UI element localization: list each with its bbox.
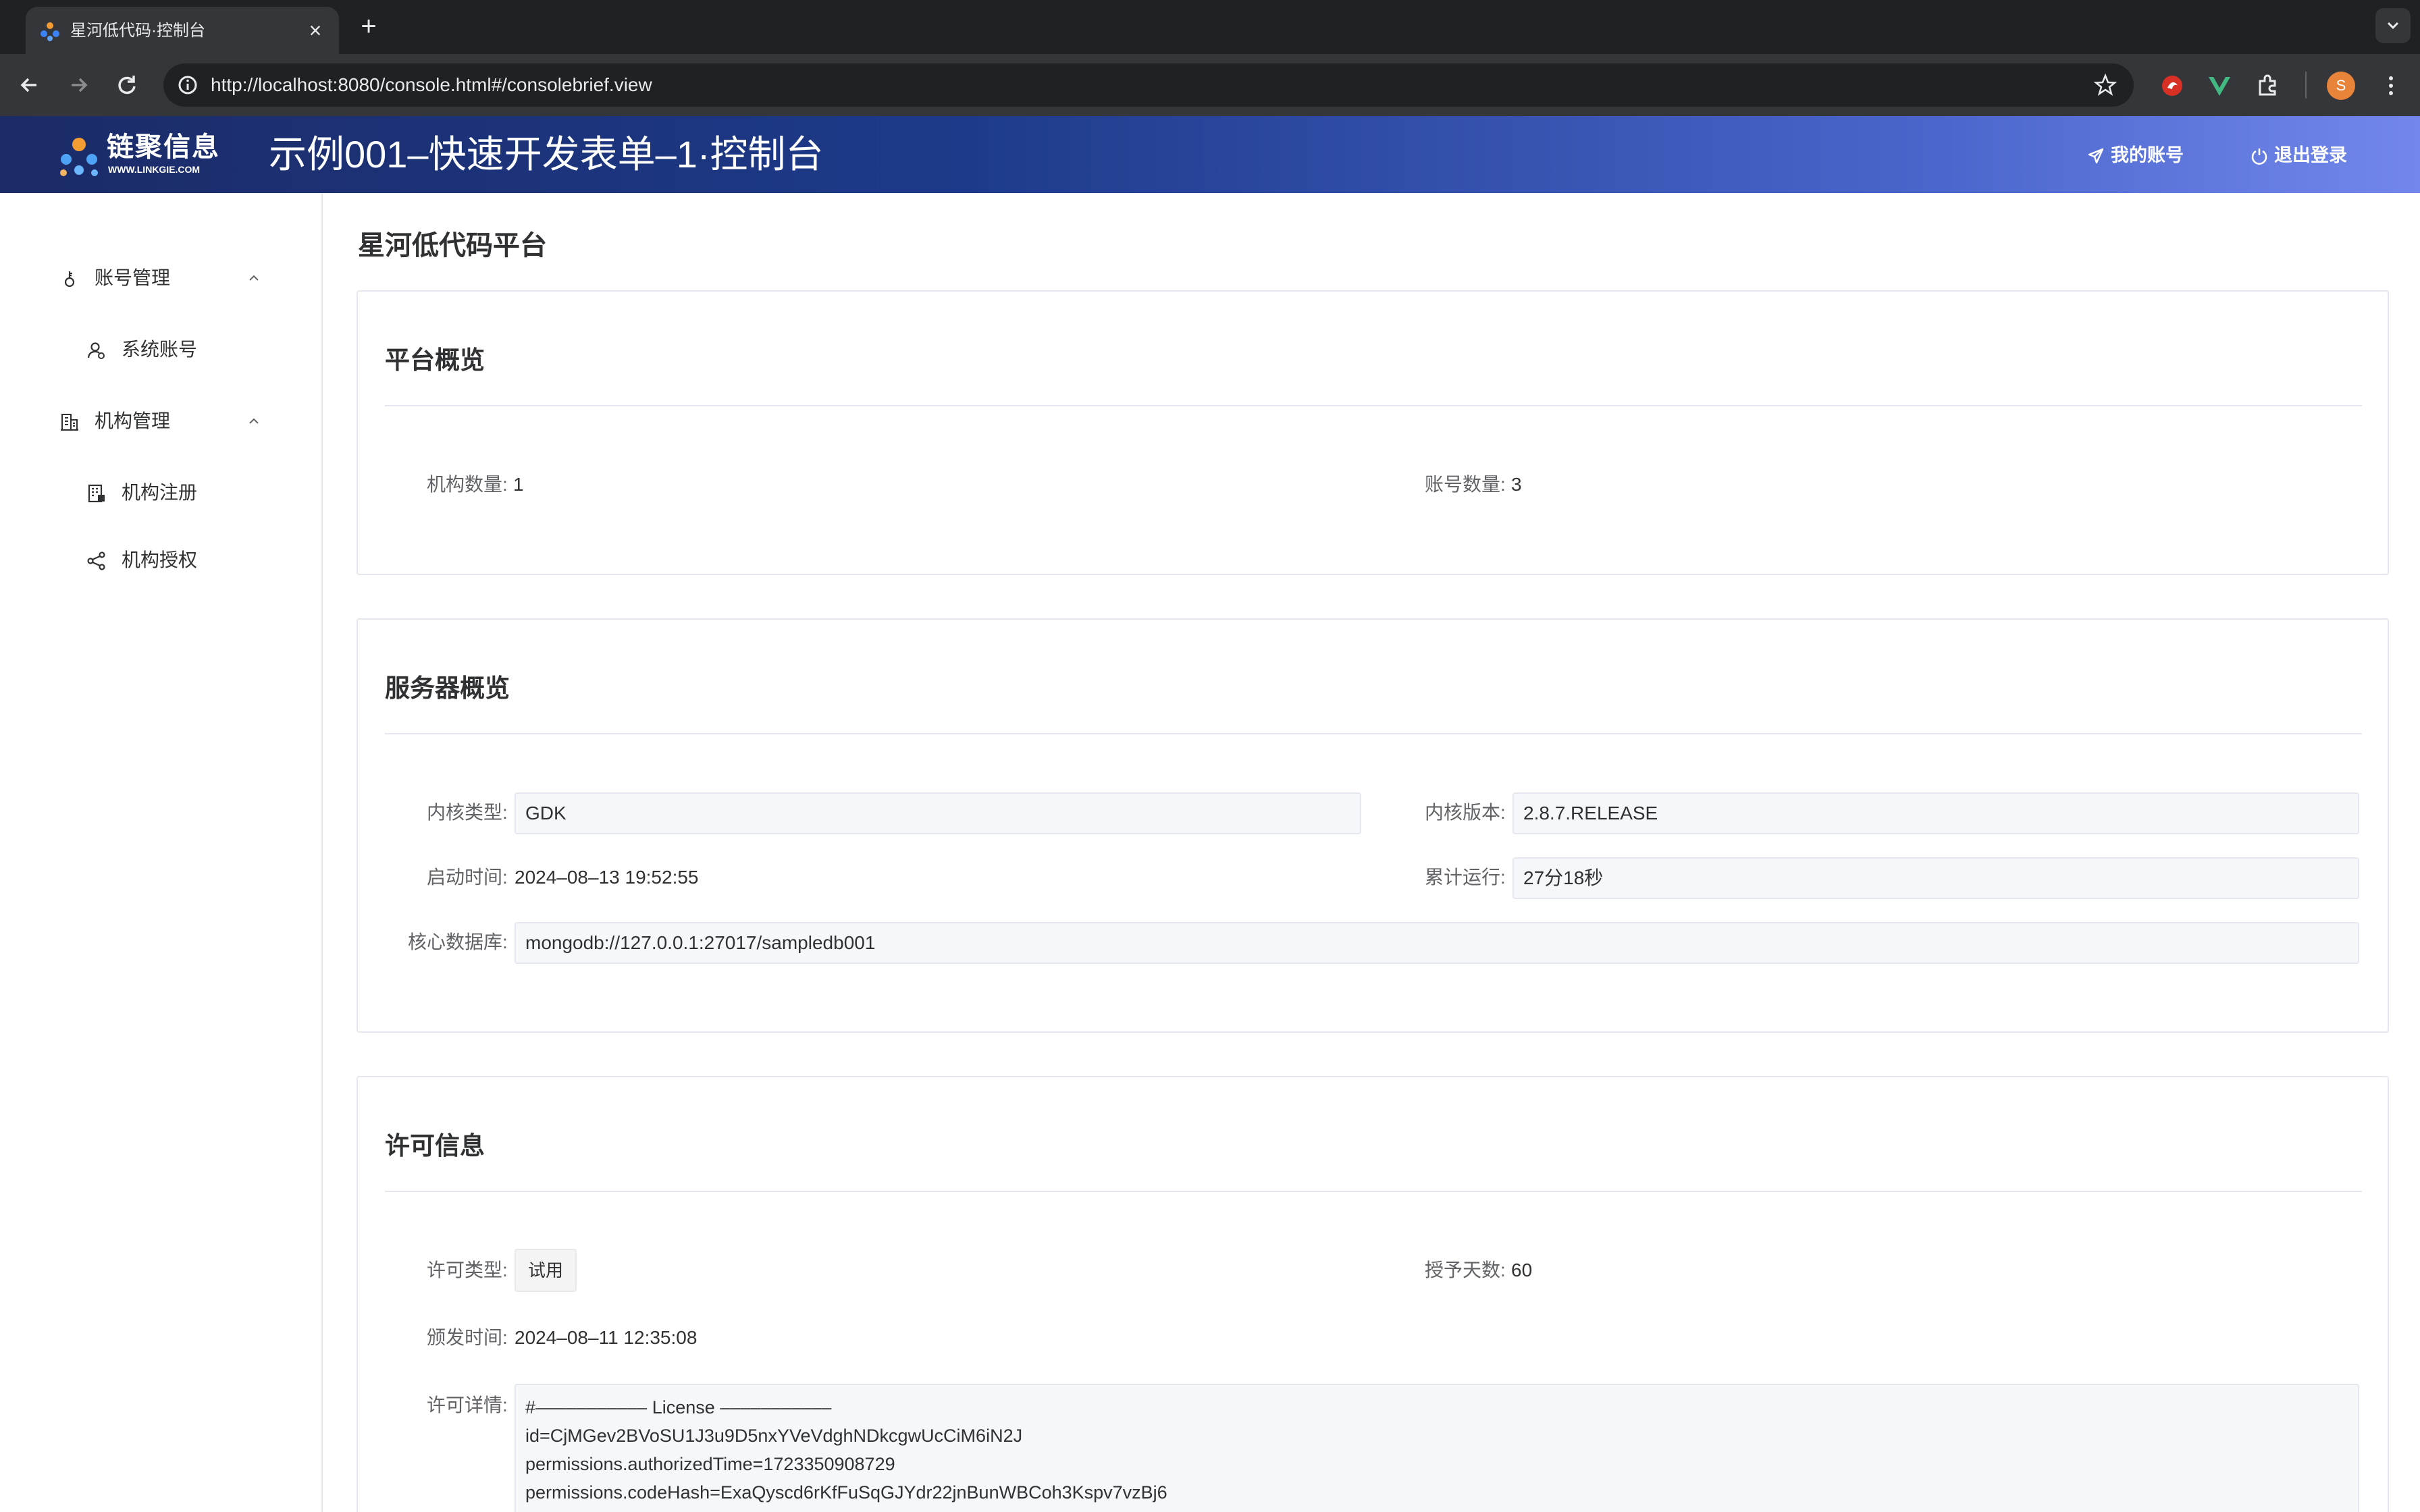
share-icon [87, 551, 105, 570]
main-content: 星河低代码平台 平台概览 机构数量: 1 账号数量: 3 服务器概览 内核类型:… [324, 193, 2420, 1512]
my-account-link[interactable]: 我的账号 [2086, 142, 2184, 169]
license-detail-label: 许可详情: [427, 1395, 508, 1415]
license-detail-textarea[interactable]: #––––––––––– License ––––––––––– id=CjMG… [515, 1384, 2359, 1512]
logo-subtext: WWW.LINKGIE.COM [108, 164, 201, 175]
tab-search-button[interactable] [2375, 8, 2411, 43]
license-detail-line: permissions.codeHash=ExaQyscd6rKfFuSqGJY… [525, 1482, 1167, 1503]
url-text: http://localhost:8080/console.html#/cons… [211, 74, 652, 95]
logo[interactable]: 链聚信息 WWW.LINKGIE.COM [57, 128, 234, 182]
bookmark-star-icon[interactable] [2092, 72, 2119, 99]
account-count-label: 账号数量: [1425, 474, 1506, 495]
browser-tab[interactable]: 星河低代码·控制台 × [26, 7, 339, 54]
extensions-puzzle-icon[interactable] [2254, 72, 2282, 100]
key-icon [64, 271, 75, 288]
sidebar: 账号管理 系统账号 机构管理 机构注册 机构授权 [0, 193, 323, 1512]
issued-time-value: 2024–08–11 12:35:08 [515, 1327, 698, 1348]
logo-mark-icon [60, 138, 98, 176]
app-title: 示例001–快速开发表单–1·控制台 [269, 133, 824, 176]
granted-days-label: 授予天数: [1425, 1260, 1506, 1280]
license-title: 许可信息 [385, 1132, 485, 1160]
platform-overview-card: 平台概览 机构数量: 1 账号数量: 3 [357, 290, 2389, 575]
power-icon [2251, 148, 2267, 165]
start-time-label: 启动时间: [427, 867, 508, 888]
toolbar-divider [2305, 72, 2307, 99]
kernel-version-label: 内核版本: [1425, 802, 1506, 823]
site-favicon-icon [41, 22, 59, 41]
issued-time-label: 颁发时间: [427, 1327, 508, 1348]
sidebar-item-org-authorize[interactable]: 机构授权 [0, 539, 321, 582]
core-db-field: mongodb://127.0.0.1:27017/sampledb001 [515, 922, 2359, 964]
chevron-down-icon [2387, 22, 2399, 30]
reload-icon[interactable] [111, 69, 143, 101]
chevron-up-icon [249, 418, 259, 424]
uptime-field: 27分18秒 [1512, 857, 2359, 899]
card-divider [385, 1191, 2362, 1192]
platform-overview-title: 平台概览 [385, 346, 485, 374]
org-count-label: 机构数量: [427, 474, 508, 495]
new-tab-button[interactable]: + [354, 12, 384, 42]
uptime-label: 累计运行: [1425, 867, 1506, 888]
tab-title: 星河低代码·控制台 [70, 22, 205, 40]
menu-group-account[interactable]: 账号管理 [0, 256, 321, 300]
menu-group-org-label: 机构管理 [95, 410, 171, 431]
tab-close-icon[interactable]: × [302, 18, 328, 43]
kernel-type-field: GDK [515, 792, 1361, 834]
logout-label: 退出登录 [2274, 145, 2347, 165]
kernel-version-field: 2.8.7.RELEASE [1512, 792, 2359, 834]
vue-devtools-icon[interactable] [2205, 72, 2234, 100]
core-db-label: 核心数据库: [408, 932, 508, 952]
license-type-tag: 试用 [515, 1249, 577, 1292]
account-count-value: 3 [1511, 474, 1522, 495]
building-icon [61, 414, 78, 431]
sidebar-item-org-authorize-label: 机构授权 [122, 549, 198, 570]
sidebar-item-org-register[interactable]: 机构注册 [0, 471, 321, 514]
page-title: 星河低代码平台 [358, 231, 547, 261]
menu-group-account-label: 账号管理 [95, 267, 171, 288]
send-arrow-icon [2088, 148, 2104, 164]
license-detail-line: id=CjMGev2BVoSU1J3u9D5nxYVeVdghNDkcgwUcC… [525, 1426, 1023, 1446]
org-count-value: 1 [513, 474, 524, 495]
logo-text: 链聚信息 [107, 132, 220, 162]
server-overview-title: 服务器概览 [385, 674, 510, 702]
app-header: 链聚信息 WWW.LINKGIE.COM 示例001–快速开发表单–1·控制台 … [0, 116, 2420, 193]
license-type-label: 许可类型: [427, 1260, 508, 1280]
browser-tabstrip: 星河低代码·控制台 × + [0, 0, 2420, 54]
menu-group-org[interactable]: 机构管理 [0, 400, 321, 443]
logout-link[interactable]: 退出登录 [2250, 142, 2347, 169]
address-bar[interactable]: http://localhost:8080/console.html#/cons… [163, 63, 2134, 107]
card-divider [385, 733, 2362, 734]
server-overview-card: 服务器概览 内核类型: GDK 内核版本: 2.8.7.RELEASE 启动时间… [357, 618, 2389, 1033]
kernel-type-label: 内核类型: [427, 802, 508, 823]
sidebar-item-system-account-label: 系统账号 [122, 339, 198, 360]
license-card: 许可信息 许可类型: 试用 授予天数: 60 颁发时间: 2024–08–11 … [357, 1076, 2389, 1512]
profile-avatar[interactable]: S [2327, 72, 2355, 100]
sidebar-item-org-register-label: 机构注册 [122, 482, 198, 503]
sidebar-item-system-account[interactable]: 系统账号 [0, 328, 321, 371]
my-account-label: 我的账号 [2111, 145, 2184, 165]
back-arrow-icon[interactable] [14, 69, 46, 101]
start-time-value: 2024–08–13 19:52:55 [515, 867, 699, 888]
license-detail-line: #––––––––––– License ––––––––––– [525, 1397, 832, 1418]
card-divider [385, 405, 2362, 406]
user-icon [87, 342, 105, 359]
license-detail-line: permissions.authorizedTime=1723350908729 [525, 1454, 895, 1474]
site-info-icon[interactable] [173, 70, 203, 100]
forward-arrow-icon[interactable] [62, 69, 95, 101]
chevron-up-icon [249, 275, 259, 281]
extension-red-icon[interactable] [2158, 72, 2186, 100]
browser-toolbar: http://localhost:8080/console.html#/cons… [0, 54, 2420, 116]
more-menu-icon[interactable] [2377, 72, 2405, 100]
registry-icon [88, 484, 105, 503]
granted-days-value: 60 [1511, 1260, 1533, 1280]
